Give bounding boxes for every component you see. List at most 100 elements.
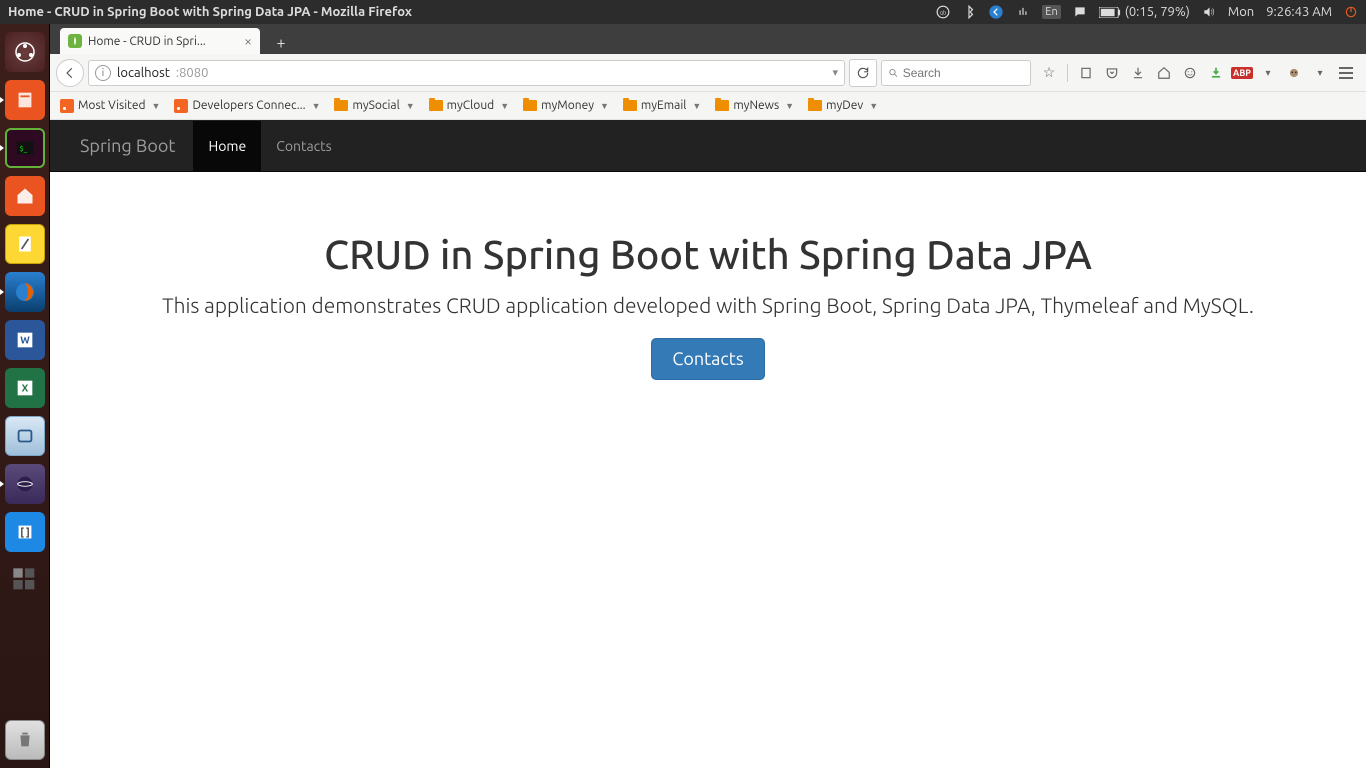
terminal-icon[interactable]: $_: [5, 128, 45, 168]
chevron-down-icon: ▼: [152, 101, 161, 111]
hello-icon[interactable]: [1182, 66, 1198, 80]
navbar-brand[interactable]: Spring Boot: [80, 136, 193, 156]
folder-icon: [623, 100, 637, 111]
bookmark-star-icon[interactable]: ☆: [1041, 64, 1057, 81]
bookmark-mycloud[interactable]: myCloud ▼: [429, 99, 509, 112]
files-icon[interactable]: [5, 80, 45, 120]
jumbotron: CRUD in Spring Boot with Spring Data JPA…: [50, 172, 1366, 400]
search-box[interactable]: [881, 60, 1031, 86]
url-bar[interactable]: i localhost :8080 ▾: [88, 60, 845, 86]
rss-icon: [174, 99, 188, 113]
pocket-icon[interactable]: [1104, 66, 1120, 80]
url-host: localhost: [117, 66, 170, 80]
bluetooth-icon[interactable]: [962, 5, 976, 19]
browser-tab[interactable]: Home - CRUD in Spri... ×: [60, 28, 260, 54]
chevron-down-icon: ▼: [312, 101, 321, 111]
reload-button[interactable]: [849, 59, 877, 87]
download-manager-icon[interactable]: [1208, 66, 1224, 80]
svg-text:qb: qb: [940, 9, 947, 16]
search-input[interactable]: [903, 66, 1024, 80]
svg-text:W: W: [20, 335, 30, 346]
chevron-down-icon[interactable]: ▾: [1260, 67, 1276, 79]
menu-button[interactable]: [1338, 67, 1354, 79]
browser-tab-strip: Home - CRUD in Spri... × +: [50, 24, 1366, 54]
url-port: :8080: [176, 66, 209, 80]
bookmark-label: myCloud: [447, 99, 495, 112]
adblock-icon[interactable]: ABP: [1234, 67, 1250, 79]
window-title: Home - CRUD in Spring Boot with Spring D…: [8, 5, 412, 19]
firefox-icon[interactable]: [5, 272, 45, 312]
new-tab-button[interactable]: +: [268, 32, 294, 54]
reading-list-icon[interactable]: [1078, 66, 1094, 80]
unity-launcher: $_ W X [ ]: [0, 24, 50, 768]
folder-icon: [523, 100, 537, 111]
power-icon[interactable]: [1344, 5, 1358, 19]
clock-time[interactable]: 9:26:43 AM: [1266, 5, 1332, 19]
bookmark-mymoney[interactable]: myMoney ▼: [523, 99, 609, 112]
qb-indicator-icon[interactable]: qb: [936, 5, 950, 19]
sync-indicator-icon[interactable]: [988, 4, 1004, 20]
home-icon[interactable]: [1156, 66, 1172, 80]
workspace-switcher-icon[interactable]: [5, 560, 45, 600]
chevron-down-icon: ▼: [600, 101, 609, 111]
volume-icon[interactable]: [1202, 5, 1216, 19]
bookmark-mydev[interactable]: myDev ▼: [808, 99, 878, 112]
bookmark-most-visited[interactable]: Most Visited ▼: [60, 99, 160, 113]
toolbar-icons: ☆ ABP ▾ ▾: [1035, 64, 1360, 82]
bookmark-label: Most Visited: [78, 99, 146, 112]
page-navbar: Spring Boot Home Contacts: [50, 120, 1366, 172]
system-top-bar: Home - CRUD in Spring Boot with Spring D…: [0, 0, 1366, 24]
page-lead: This application demonstrates CRUD appli…: [140, 291, 1276, 320]
messaging-icon[interactable]: [1073, 5, 1087, 19]
chevron-down-icon[interactable]: ▾: [1312, 67, 1328, 79]
virtualbox-icon[interactable]: [5, 416, 45, 456]
battery-icon[interactable]: (0:15, 79%): [1099, 5, 1190, 19]
excel-icon[interactable]: X: [5, 368, 45, 408]
folder-icon: [808, 100, 822, 111]
search-icon: [888, 67, 899, 79]
eclipse-icon[interactable]: [5, 464, 45, 504]
text-editor-icon[interactable]: [5, 224, 45, 264]
tab-close-icon[interactable]: ×: [244, 33, 252, 49]
svg-text:$_: $_: [19, 145, 27, 153]
bookmark-label: Developers Connec...: [192, 99, 305, 112]
folder-icon: [715, 100, 729, 111]
bookmark-myemail[interactable]: myEmail ▼: [623, 99, 701, 112]
contacts-button[interactable]: Contacts: [651, 338, 764, 380]
folder-icon: [334, 100, 348, 111]
bookmark-mynews[interactable]: myNews ▼: [715, 99, 794, 112]
chevron-down-icon: ▼: [406, 101, 415, 111]
bookmark-developers[interactable]: Developers Connec... ▼: [174, 99, 320, 113]
back-button[interactable]: [56, 59, 84, 87]
bookmark-mysocial[interactable]: mySocial ▼: [334, 99, 414, 112]
battery-text: (0:15, 79%): [1125, 5, 1190, 19]
downloads-icon[interactable]: [1130, 66, 1146, 80]
dropdown-icon[interactable]: ▾: [832, 66, 838, 79]
bookmark-label: myEmail: [641, 99, 686, 112]
bookmark-label: myNews: [733, 99, 779, 112]
svg-text:X: X: [21, 383, 28, 394]
folder-icon: [429, 100, 443, 111]
chevron-down-icon: ▼: [500, 101, 509, 111]
bookmark-label: mySocial: [352, 99, 399, 112]
rss-icon: [60, 99, 74, 113]
nav-contacts[interactable]: Contacts: [261, 121, 347, 171]
webpage-viewport: Spring Boot Home Contacts CRUD in Spring…: [50, 120, 1366, 768]
tab-favicon-icon: [68, 34, 82, 48]
chevron-down-icon: ▼: [785, 101, 794, 111]
clock-day[interactable]: Mon: [1228, 5, 1254, 19]
keyboard-language-icon[interactable]: En: [1042, 5, 1060, 19]
brackets-icon[interactable]: [ ]: [5, 512, 45, 552]
bookmark-label: myDev: [826, 99, 863, 112]
greasemonkey-icon[interactable]: [1286, 66, 1302, 80]
network-icon[interactable]: [1016, 5, 1030, 19]
dash-icon[interactable]: [5, 32, 45, 72]
word-icon[interactable]: W: [5, 320, 45, 360]
nav-home[interactable]: Home: [193, 121, 261, 171]
tab-title: Home - CRUD in Spri...: [88, 35, 206, 48]
trash-icon[interactable]: [5, 720, 45, 760]
home-folder-icon[interactable]: [5, 176, 45, 216]
svg-text:[ ]: [ ]: [20, 527, 30, 538]
chevron-down-icon: ▼: [869, 101, 878, 111]
site-info-icon[interactable]: i: [95, 65, 111, 81]
